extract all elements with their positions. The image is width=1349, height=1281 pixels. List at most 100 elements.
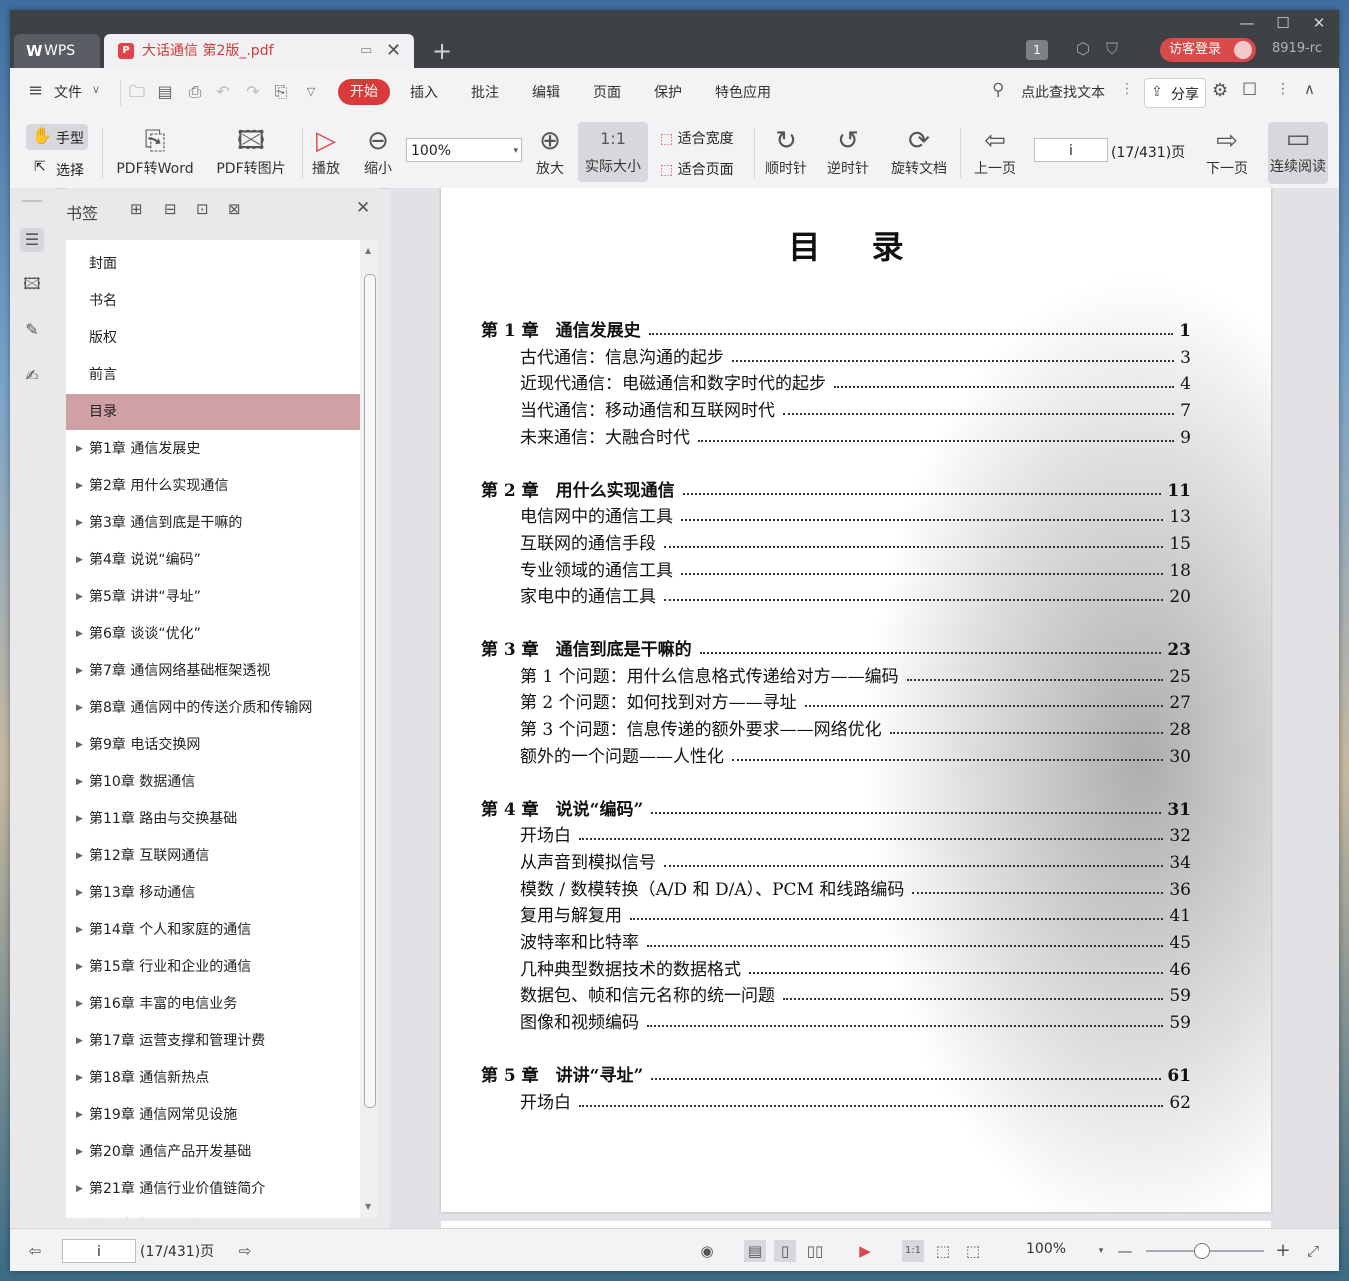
expand-arrow-icon[interactable]: ▶ (76, 505, 83, 541)
actual-size-icon[interactable]: 1:1 (902, 1240, 924, 1262)
expand-arrow-icon[interactable]: ▶ (76, 1208, 83, 1218)
bookmark-item[interactable]: ▶ 第4章 说说“编码” (66, 542, 360, 578)
toc-entry[interactable]: 额外的一个问题——人性化 30 (441, 744, 1271, 770)
expand-arrow-icon[interactable]: ▶ (76, 468, 83, 504)
continuous-reading-button[interactable]: ▭ 连续阅读 (1268, 122, 1328, 184)
document-tab[interactable]: P 大话通信 第2版_.pdf ▭ ✕ (104, 34, 414, 68)
bookmark-item[interactable]: ▶ 第6章 谈谈“优化” (66, 616, 360, 652)
bookmark-item[interactable]: 书名 (66, 283, 360, 319)
comment-icon[interactable]: ☐ (1242, 80, 1257, 100)
toc-entry[interactable]: 从声音到模拟信号 34 (441, 850, 1271, 876)
bookmark-item[interactable]: ▶ 第1章 通信发展史 (66, 431, 360, 467)
close-icon[interactable]: ✕ (356, 198, 370, 218)
skin-icon[interactable]: ⬡ (1076, 39, 1090, 58)
bookmark-item[interactable]: ▶ 第2章 用什么实现通信 (66, 468, 360, 504)
bookmark-scrollbar-thumb[interactable] (364, 274, 376, 1108)
rotate-clockwise-button[interactable]: ↻ 顺时针 (758, 124, 814, 178)
toc-entry[interactable]: 古代通信：信息沟通的起步 3 (441, 345, 1271, 371)
tab-protect[interactable]: 保护 (654, 82, 682, 102)
toc-entry[interactable]: 当代通信：移动通信和互联网时代 7 (441, 398, 1271, 424)
rotate-document-button[interactable]: ⟳ 旋转文档 (884, 124, 954, 178)
chevron-down-icon[interactable]: ▾ (1090, 1240, 1112, 1262)
hamburger-icon[interactable]: ≡ (28, 80, 43, 101)
expand-arrow-icon[interactable]: ▶ (76, 579, 83, 615)
tab-edit[interactable]: 编辑 (532, 82, 560, 102)
toc-entry[interactable]: 开场白 62 (441, 1090, 1271, 1116)
signature-icon[interactable]: ✍ (20, 364, 44, 388)
toc-entry[interactable]: 未来通信：大融合时代 9 (441, 425, 1271, 451)
bookmark-item[interactable]: ▶ 第13章 移动通信 (66, 875, 360, 911)
bookmark-item[interactable]: ▶ 第16章 丰富的电信业务 (66, 986, 360, 1022)
expand-arrow-icon[interactable]: ▶ (76, 764, 83, 800)
save-icon[interactable]: ▤ (156, 83, 174, 101)
tab-insert[interactable]: 插入 (410, 82, 438, 102)
toc-entry[interactable]: 开场白 32 (441, 823, 1271, 849)
search-text-button[interactable]: 点此查找文本 (1021, 82, 1105, 102)
bookmark-item[interactable]: ▶ 第11章 路由与交换基础 (66, 801, 360, 837)
file-menu[interactable]: 文件 (54, 82, 82, 102)
add-bookmark-icon[interactable]: ⊞ (130, 200, 143, 218)
toc-chapter-entry[interactable]: 第 3 章 通信到底是干嘛的 23 (441, 637, 1271, 663)
bookmark-item[interactable]: ▶ 第7章 通信网络基础框架透视 (66, 653, 360, 689)
fit-page-icon[interactable]: ⬚ (932, 1240, 954, 1262)
collapse-ribbon-icon[interactable]: ∧ (1304, 80, 1315, 98)
bookmark-item[interactable]: ▶ 第19章 通信网常见设施 (66, 1097, 360, 1133)
zoom-in-icon[interactable]: + (1272, 1240, 1294, 1262)
annotation-icon[interactable]: ✎ (20, 318, 44, 342)
play-icon[interactable]: ▶ (854, 1240, 876, 1262)
expand-arrow-icon[interactable]: ▶ (76, 690, 83, 726)
toc-entry[interactable]: 数据包、帧和信元名称的统一问题 59 (441, 983, 1271, 1009)
hand-tool-button[interactable]: ✋ 手型 (26, 124, 88, 150)
expand-arrow-icon[interactable]: ▶ (76, 986, 83, 1022)
wps-home-tab[interactable]: W WPS (14, 34, 100, 68)
page-number-input[interactable]: i (1034, 138, 1108, 162)
collapse-all-icon[interactable]: ⊟ (164, 200, 177, 218)
toc-chapter-entry[interactable]: 第 5 章 讲讲“寻址” 61 (441, 1063, 1271, 1089)
bookmark-item[interactable]: ▶ 第22章 相关国际标准化组织 (66, 1208, 360, 1218)
pdf-to-image-button[interactable]: 🖾 PDF转图片 (208, 124, 294, 178)
shirt-icon[interactable]: ⛉ (1106, 39, 1118, 59)
arrow-left-icon[interactable]: ⇦ (24, 1240, 46, 1262)
close-tab-icon[interactable]: ✕ (386, 40, 401, 61)
tab-page[interactable]: 页面 (593, 82, 621, 102)
toc-entry[interactable]: 第 1 个问题：用什么信息格式传递给对方——编码 25 (441, 664, 1271, 690)
bookmark-item[interactable]: ▶ 第10章 数据通信 (66, 764, 360, 800)
zoom-slider-handle[interactable] (1194, 1243, 1210, 1259)
toc-entry[interactable]: 图像和视频编码 59 (441, 1010, 1271, 1036)
expand-arrow-icon[interactable]: ▶ (76, 912, 83, 948)
eye-icon[interactable]: ◉ (696, 1240, 718, 1262)
expand-arrow-icon[interactable]: ▶ (76, 838, 83, 874)
bookmark-item[interactable]: ▶ 第20章 通信产品开发基础 (66, 1134, 360, 1170)
bookmark-item[interactable]: ▶ 第8章 通信网中的传送介质和传输网 (66, 690, 360, 726)
expand-arrow-icon[interactable]: ▶ (76, 801, 83, 837)
toc-entry[interactable]: 近现代通信：电磁通信和数字时代的起步 4 (441, 371, 1271, 397)
two-page-icon[interactable]: ▯▯ (804, 1240, 826, 1262)
toc-entry[interactable]: 互联网的通信手段 15 (441, 531, 1271, 557)
fit-page-button[interactable]: ⬚ 适合页面 (660, 159, 734, 179)
pin-tab-icon[interactable]: ▭ (360, 43, 372, 58)
single-page-icon[interactable]: ▯ (774, 1240, 796, 1262)
expand-arrow-icon[interactable]: ▶ (76, 727, 83, 763)
expand-arrow-icon[interactable]: ▶ (76, 1134, 83, 1170)
guest-login-button[interactable]: 访客登录 (1160, 38, 1256, 62)
more-vertical-icon[interactable]: ⋮ (1276, 81, 1290, 97)
play-button[interactable]: ▷ 播放 (306, 124, 346, 178)
fit-width-icon[interactable]: ⬚ (962, 1240, 984, 1262)
toc-entry[interactable]: 几种典型数据技术的数据格式 46 (441, 957, 1271, 983)
actual-size-button[interactable]: 1:1 实际大小 (578, 122, 648, 182)
pdf-to-word-button[interactable]: ⎘ PDF转Word (110, 124, 200, 178)
bookmark-item[interactable]: ▶ 第9章 电话交换网 (66, 727, 360, 763)
bookmark-item[interactable]: 前言 (66, 357, 360, 393)
export-icon[interactable]: ⎘ (272, 83, 290, 101)
bookmark-item[interactable]: ▶ 第14章 个人和家庭的通信 (66, 912, 360, 948)
bookmark-item[interactable]: ▶ 第18章 通信新热点 (66, 1060, 360, 1096)
toc-entry[interactable]: 复用与解复用 41 (441, 903, 1271, 929)
toc-entry[interactable]: 电信网中的通信工具 13 (441, 504, 1271, 530)
redo-icon[interactable]: ↷ (244, 83, 262, 101)
chevron-down-icon[interactable]: ∨ (92, 83, 100, 96)
bookmark-item[interactable]: ▶ 第12章 互联网通信 (66, 838, 360, 874)
bookmark-item[interactable]: ▶ 第21章 通信行业价值链简介 (66, 1171, 360, 1207)
expand-arrow-icon[interactable]: ▶ (76, 616, 83, 652)
select-tool-button[interactable]: ⇱ 选择 (26, 156, 88, 182)
more-vertical-icon[interactable]: ⋮ (1120, 81, 1134, 97)
